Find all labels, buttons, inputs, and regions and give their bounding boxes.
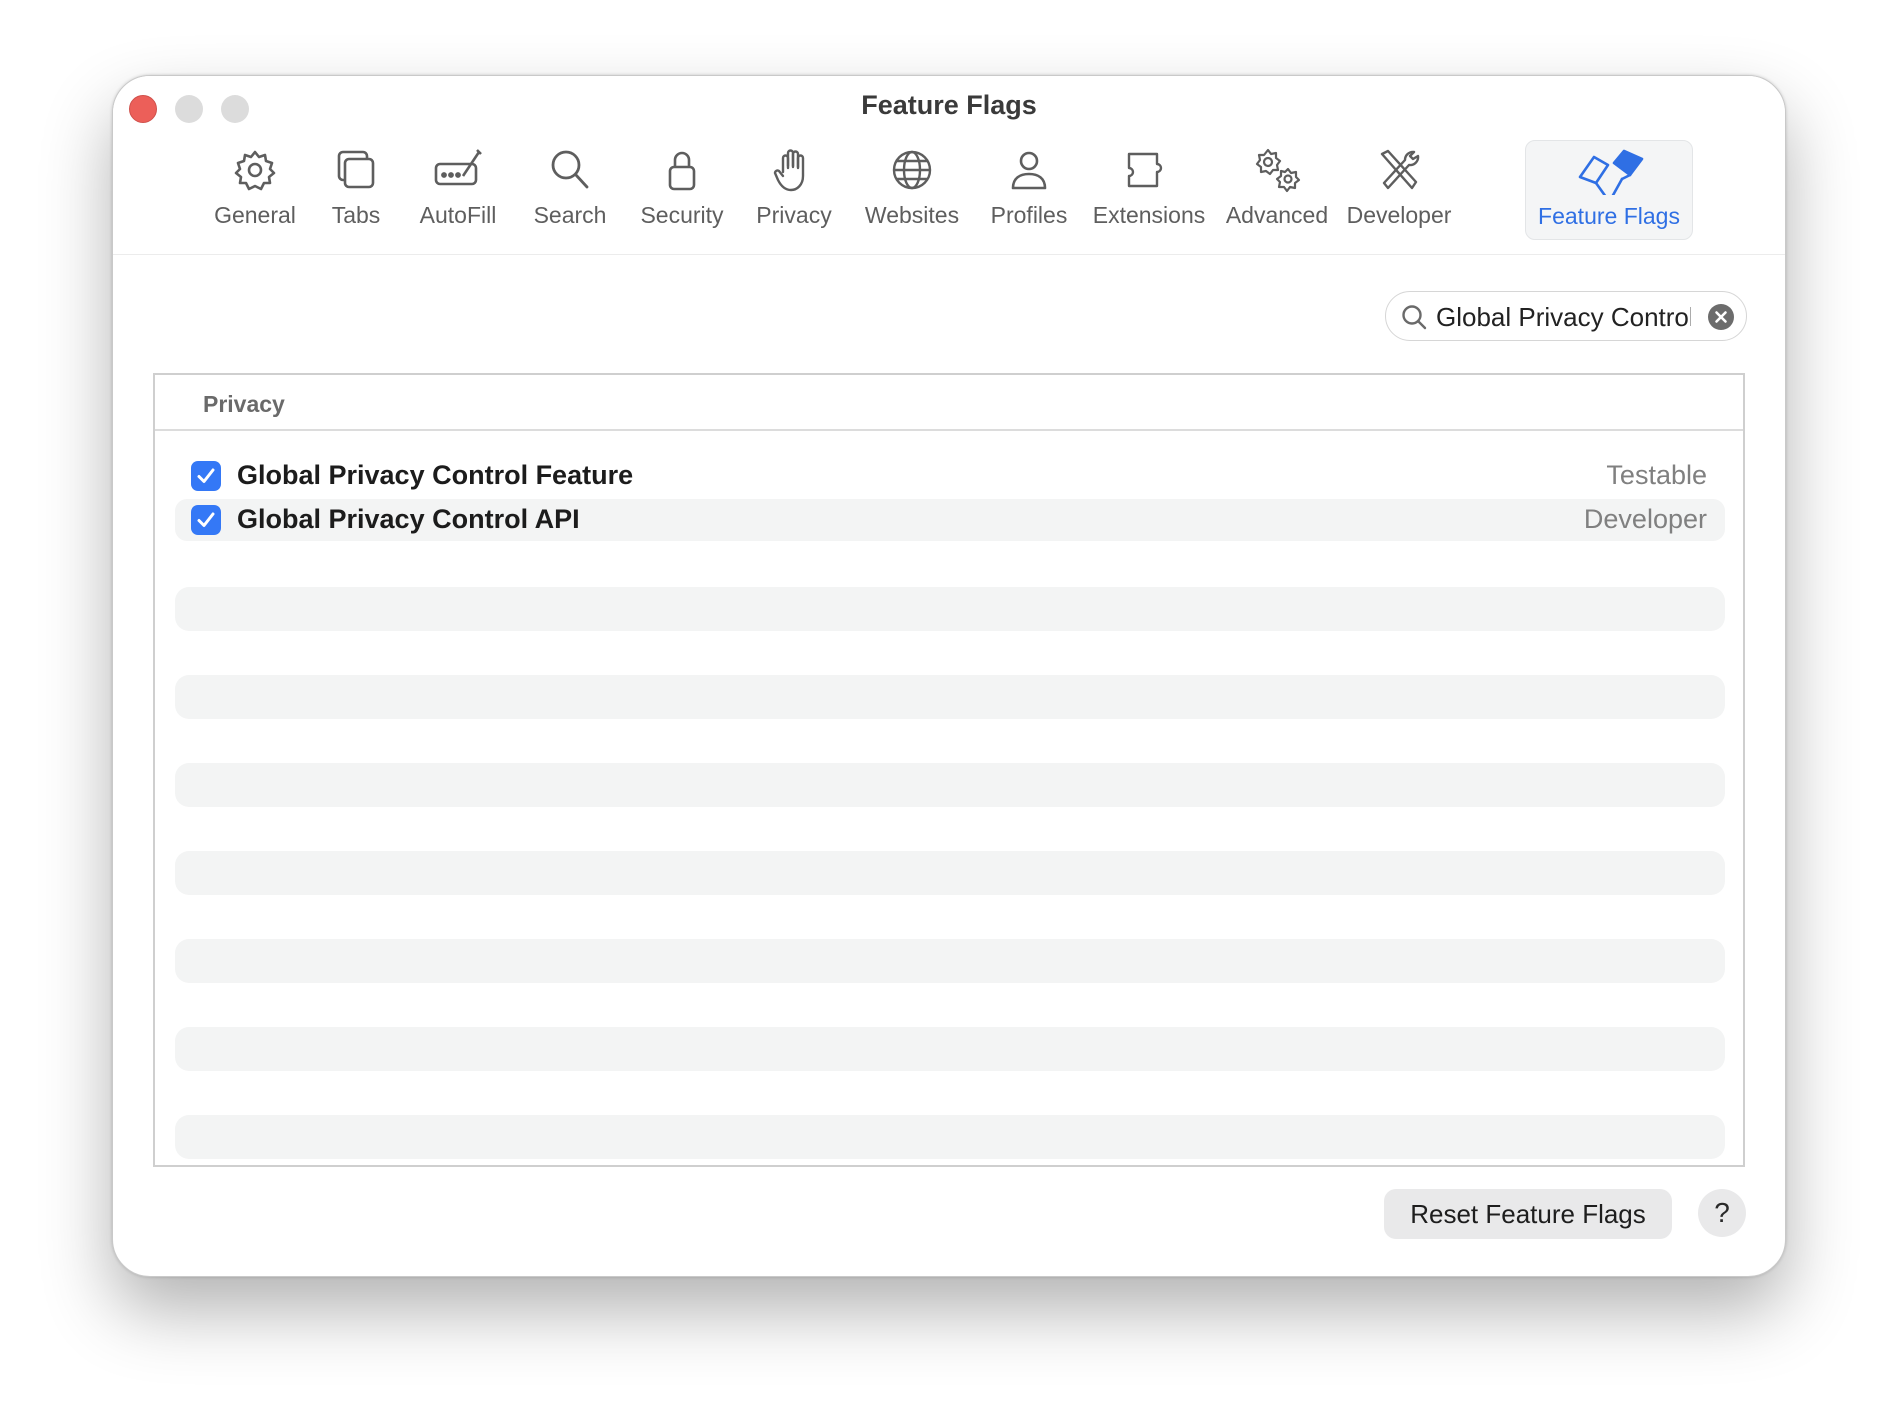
- search-icon: [545, 146, 595, 194]
- toolbar-item-general[interactable]: General: [199, 140, 311, 240]
- toolbar-item-security[interactable]: Security: [625, 140, 739, 240]
- toolbar-item-feature-flags[interactable]: Feature Flags: [1525, 140, 1693, 240]
- flag-status: Testable: [1606, 460, 1707, 490]
- flag-name: Global Privacy Control API: [237, 504, 580, 534]
- toolbar-item-extensions[interactable]: Extensions: [1083, 140, 1215, 240]
- toolbar-label: Websites: [864, 202, 960, 228]
- toolbar-item-autofill[interactable]: AutoFill: [401, 140, 515, 240]
- toolbar-label: Extensions: [1092, 202, 1206, 228]
- checkmark-icon: [197, 468, 215, 483]
- toolbar-item-developer[interactable]: Developer: [1339, 140, 1459, 240]
- checkmark-icon: [197, 512, 215, 527]
- toolbar-label: Profiles: [990, 202, 1068, 228]
- toolbar-item-profiles[interactable]: Profiles: [975, 140, 1083, 240]
- toolbar-item-tabs[interactable]: Tabs: [311, 140, 401, 240]
- toolbar-item-advanced[interactable]: Advanced: [1215, 140, 1339, 240]
- settings-window: Feature Flags General Tabs AutoFill Sear…: [112, 75, 1786, 1277]
- autofill-icon: [433, 146, 483, 194]
- flag-name: Global Privacy Control Feature: [237, 460, 634, 490]
- flag-checkbox[interactable]: [191, 461, 221, 491]
- section-header: Privacy: [155, 375, 1743, 431]
- toolbar-label: Search: [533, 202, 607, 228]
- toolbar-item-search[interactable]: Search: [515, 140, 625, 240]
- empty-row: [175, 587, 1725, 631]
- search-field[interactable]: Global Privacy Control: [1385, 291, 1747, 341]
- feature-flags-list: Privacy Global Privacy Control Feature T…: [153, 373, 1745, 1167]
- help-button[interactable]: ?: [1698, 1189, 1746, 1237]
- section-title: Privacy: [203, 391, 285, 417]
- empty-row: [175, 1115, 1725, 1159]
- toolbar-label: Tabs: [331, 202, 381, 228]
- empty-row: [175, 675, 1725, 719]
- toolbar-label: AutoFill: [419, 202, 497, 228]
- toolbar-item-privacy[interactable]: Privacy: [739, 140, 849, 240]
- gears-icon: [1252, 146, 1302, 194]
- flag-status: Developer: [1583, 504, 1707, 534]
- tabs-icon: [331, 146, 381, 194]
- toolbar-label: Feature Flags: [1538, 203, 1680, 229]
- toolbar-label: General: [214, 202, 296, 228]
- window-title: Feature Flags: [861, 90, 1037, 120]
- person-icon: [1004, 146, 1054, 194]
- magnifier-icon: [1402, 305, 1427, 330]
- puzzle-icon: [1124, 146, 1174, 194]
- toolbar-label: Advanced: [1225, 202, 1329, 228]
- tools-icon: [1374, 146, 1424, 194]
- reset-feature-flags-button[interactable]: Reset Feature Flags: [1384, 1189, 1672, 1239]
- gear-icon: [230, 146, 280, 194]
- flag-row[interactable]: Global Privacy Control API Developer: [175, 499, 1725, 541]
- flag-checkbox[interactable]: [191, 505, 221, 535]
- toolbar-label: Security: [640, 202, 724, 228]
- empty-row: [175, 939, 1725, 983]
- empty-row: [175, 851, 1725, 895]
- flags-icon: [1572, 147, 1646, 199]
- empty-row: [175, 763, 1725, 807]
- search-input[interactable]: Global Privacy Control: [1436, 301, 1691, 333]
- lock-icon: [657, 146, 707, 194]
- hand-icon: [769, 146, 819, 194]
- clear-search-icon[interactable]: [1708, 304, 1734, 330]
- toolbar-label: Developer: [1346, 202, 1452, 228]
- toolbar-item-websites[interactable]: Websites: [849, 140, 975, 240]
- globe-icon: [887, 146, 937, 194]
- empty-row: [175, 1027, 1725, 1071]
- titlebar: Feature Flags General Tabs AutoFill Sear…: [113, 76, 1785, 255]
- flag-row[interactable]: Global Privacy Control Feature Testable: [175, 455, 1725, 497]
- toolbar-label: Privacy: [756, 202, 832, 228]
